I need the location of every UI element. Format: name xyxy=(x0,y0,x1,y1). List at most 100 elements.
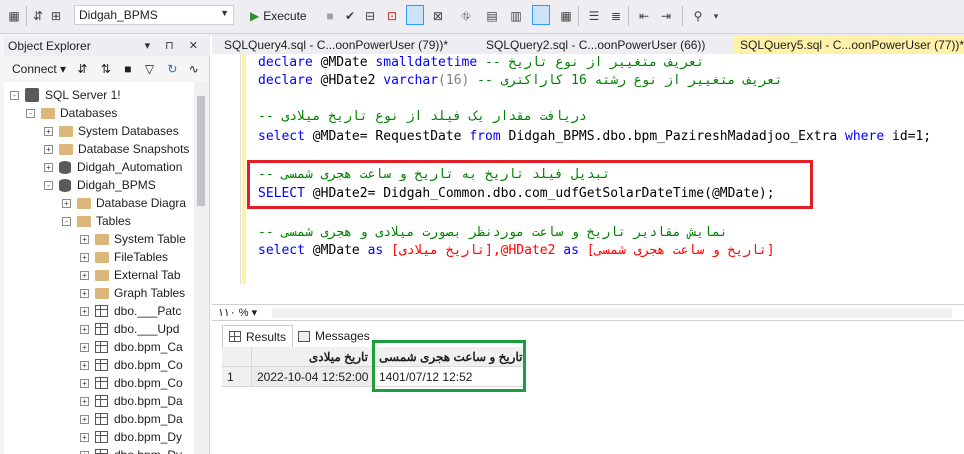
expand-icon[interactable]: + xyxy=(80,432,89,442)
tree-item[interactable]: + dbo.bpm_Da xyxy=(80,410,183,428)
expand-icon[interactable]: + xyxy=(44,126,53,136)
database-select[interactable]: Didgah_BPMS ▼ xyxy=(74,5,234,25)
tree-item[interactable]: + dbo.bpm_Da xyxy=(80,392,183,410)
main-toolbar: ▦ ⇵ ⊞ Didgah_BPMS ▼ ▶ Execute ■ ✔ ⊟ ⊡ ⊠ … xyxy=(0,0,964,34)
collapse-icon[interactable]: - xyxy=(62,216,71,226)
tab-query-1[interactable]: SQLQuery4.sql - C...oonPowerUser (79))* xyxy=(218,35,454,54)
filter-icon[interactable]: ▽ xyxy=(145,62,154,76)
row-number[interactable]: 1 xyxy=(222,367,252,387)
expand-icon[interactable]: + xyxy=(80,396,89,406)
expand-icon[interactable]: + xyxy=(80,306,89,316)
specify-values-icon[interactable]: ⚲ xyxy=(690,8,706,24)
stop-icon[interactable]: ■ xyxy=(124,62,131,76)
code-line-10: -- نمایش مقادیر تاریخ و ساعت موردنظر بصو… xyxy=(258,225,728,240)
tree-item[interactable]: + System Databases xyxy=(44,122,179,140)
query-plan-icon[interactable]: ⊟ xyxy=(362,8,378,24)
tree-item[interactable]: + Database Snapshots xyxy=(44,140,189,158)
tree-item[interactable]: + System Table xyxy=(80,230,186,248)
table-icon xyxy=(95,359,108,371)
expand-icon[interactable]: + xyxy=(80,288,89,298)
result-cell[interactable]: 2022-10-04 12:52:00 xyxy=(252,367,374,387)
tree-item[interactable]: + dbo.bpm_Dy xyxy=(80,446,182,454)
expand-icon[interactable]: + xyxy=(44,162,53,172)
expand-icon[interactable]: + xyxy=(80,252,89,262)
tree-item[interactable]: - Databases xyxy=(26,104,117,122)
tree-item[interactable]: + Database Diagra xyxy=(62,194,186,212)
expand-icon[interactable]: + xyxy=(80,378,89,388)
decrease-indent-icon[interactable]: ⇤ xyxy=(636,8,652,24)
folder-icon xyxy=(95,233,109,245)
tree-item[interactable]: - Didgah_BPMS xyxy=(44,176,156,194)
tree-item[interactable]: + dbo.___Upd xyxy=(80,320,179,338)
collapse-icon[interactable]: - xyxy=(44,180,53,190)
expand-icon[interactable]: + xyxy=(44,144,53,154)
folder-icon xyxy=(41,107,55,119)
parse-check-icon[interactable]: ✔ xyxy=(342,8,358,24)
chevron-down-icon[interactable]: ▾ xyxy=(708,8,724,24)
tab-query-2[interactable]: SQLQuery2.sql - C...oonPowerUser (66)) xyxy=(480,35,711,54)
results-to-toggle[interactable] xyxy=(406,5,424,25)
expand-icon[interactable]: + xyxy=(80,342,89,352)
tree-item-label: Didgah_Automation xyxy=(77,160,183,174)
column-header[interactable]: تاریخ میلادی xyxy=(252,347,374,367)
display-plan-icon[interactable]: ⊡ xyxy=(384,8,400,24)
expand-icon[interactable]: + xyxy=(80,270,89,280)
execute-label: Execute xyxy=(263,9,307,23)
expand-icon[interactable]: + xyxy=(80,324,89,334)
disconnect-icon[interactable]: ⇅ xyxy=(101,62,111,76)
expand-icon[interactable]: + xyxy=(80,450,89,454)
collapse-icon[interactable]: - xyxy=(26,108,35,118)
tree-item-label: dbo.bpm_Dy xyxy=(114,430,183,444)
increase-indent-icon[interactable]: ⇥ xyxy=(658,8,674,24)
tree-item[interactable]: + dbo.bpm_Co xyxy=(80,356,183,374)
object-explorer-scrollbar[interactable] xyxy=(194,82,208,454)
connect-icon[interactable]: ⇵ xyxy=(77,62,87,76)
zoom-level[interactable]: ۱۱۰ % ▾ xyxy=(218,306,257,319)
table-icon xyxy=(95,413,108,425)
panel-controls[interactable]: ▾ ⊓ ✕ xyxy=(145,39,204,52)
tree-item-label: dbo.bpm_Co xyxy=(114,376,183,390)
collapse-icon[interactable]: - xyxy=(10,90,19,100)
results-pane: Results Messages تاریخ میلادی تاریخ و سا… xyxy=(212,320,964,454)
expand-icon[interactable]: + xyxy=(80,234,89,244)
scrollbar-thumb[interactable] xyxy=(197,96,205,206)
tree-item[interactable]: + FileTables xyxy=(80,248,168,266)
tab-messages[interactable]: Messages xyxy=(292,325,376,347)
tree-item-label: dbo.bpm_Da xyxy=(114,394,183,408)
filter-icon[interactable]: ⊞ xyxy=(48,8,64,24)
live-stats-icon[interactable]: ▤ xyxy=(484,8,500,24)
client-stats-icon[interactable]: ▥ xyxy=(508,8,524,24)
tree-item[interactable]: + Didgah_Automation xyxy=(44,158,182,176)
tree-item[interactable]: - Tables xyxy=(62,212,131,230)
activity-icon[interactable]: ∿ xyxy=(189,62,199,76)
include-plan-icon[interactable]: ⛗ xyxy=(458,8,474,24)
refresh-icon[interactable]: ↻ xyxy=(167,62,177,76)
expand-icon[interactable]: + xyxy=(80,360,89,370)
tree-item[interactable]: + dbo.___Patc xyxy=(80,302,181,320)
table-icon xyxy=(95,341,108,353)
editor-horizontal-scrollbar[interactable] xyxy=(272,308,952,318)
editor-gutter xyxy=(212,54,242,304)
results-to-text-icon[interactable]: ▦ xyxy=(558,8,574,24)
grid-icon[interactable]: ▦ xyxy=(6,8,22,24)
results-to-grid-toggle[interactable] xyxy=(532,5,550,25)
tree-item[interactable]: + External Tab xyxy=(80,266,181,284)
tab-query-3[interactable]: SQLQuery5.sql - C...oonPowerUser (77))* xyxy=(734,35,964,54)
expand-icon[interactable]: + xyxy=(62,198,71,208)
execute-button[interactable]: ▶ Execute xyxy=(250,7,307,25)
uncomment-icon[interactable]: ≣ xyxy=(608,8,624,24)
tab-results[interactable]: Results xyxy=(222,325,294,347)
tree-item[interactable]: + dbo.bpm_Ca xyxy=(80,338,183,356)
toolbar-separator xyxy=(26,6,27,26)
tree-item[interactable]: + dbo.bpm_Dy xyxy=(80,428,182,446)
connect-button[interactable]: Connect ▾ xyxy=(12,62,66,76)
stop-icon[interactable]: ■ xyxy=(322,8,338,24)
connect-icon[interactable]: ⇵ xyxy=(30,8,46,24)
tree-item[interactable]: + Graph Tables xyxy=(80,284,185,302)
comment-icon[interactable]: ☰ xyxy=(586,8,602,24)
tree-item[interactable]: - SQL Server 1! xyxy=(10,86,121,104)
query-options-icon[interactable]: ⊠ xyxy=(430,8,446,24)
expand-icon[interactable]: + xyxy=(80,414,89,424)
tree-item[interactable]: + dbo.bpm_Co xyxy=(80,374,183,392)
tree-item-label: Graph Tables xyxy=(114,286,186,300)
